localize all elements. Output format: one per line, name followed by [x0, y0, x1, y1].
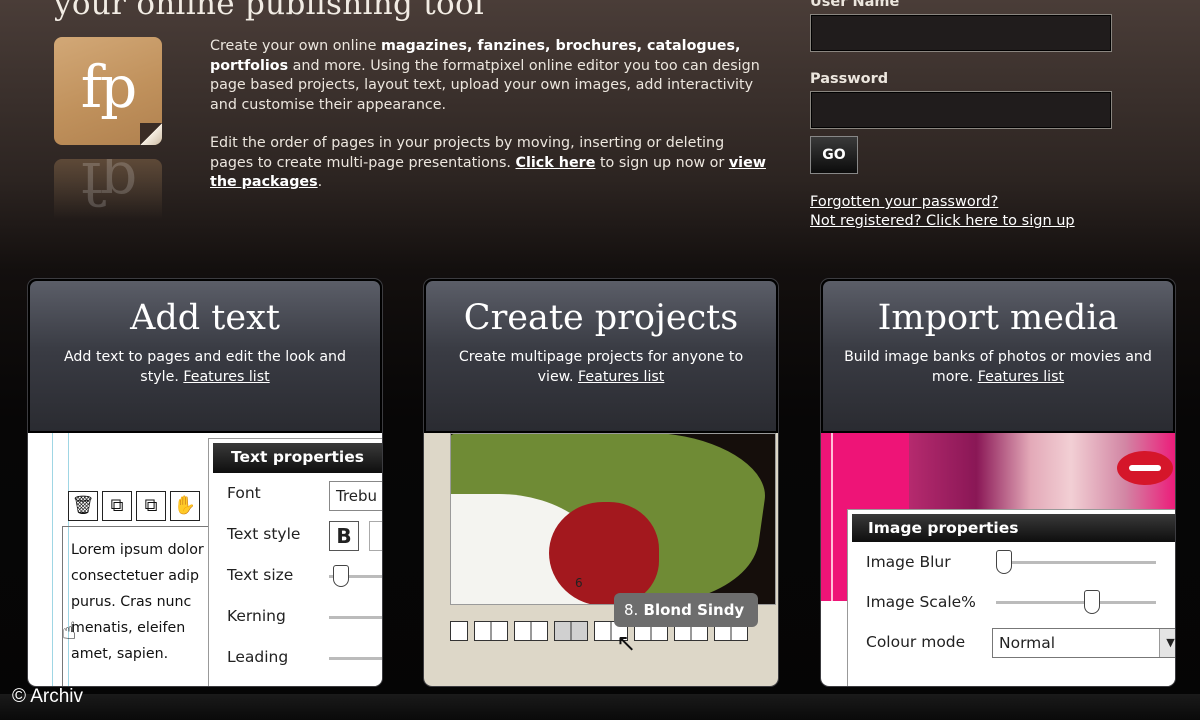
text-toolbar: 🗑 ⧉ ⧉ ✋ — [68, 491, 200, 521]
text-size-row: Text size — [209, 555, 382, 596]
page-tooltip: 8. Blond Sindy — [614, 593, 758, 627]
password-input[interactable] — [810, 91, 1112, 129]
leading-label: Leading — [227, 648, 289, 666]
bring-forward-icon[interactable]: ⧉ — [102, 491, 132, 521]
text-size-slider-knob[interactable] — [333, 565, 349, 587]
panel-header: Add text Add text to pages and edit the … — [30, 281, 380, 431]
panel-header: Create projects Create multipage project… — [426, 281, 776, 431]
panel-description: Add text to pages and edit the look and … — [63, 349, 347, 385]
guide-line — [52, 433, 53, 686]
text-size-label: Text size — [227, 566, 294, 584]
colour-mode-row: Colour mode Normal ▼ — [848, 622, 1175, 662]
page-name: Blond Sindy — [643, 601, 745, 619]
page-curl-icon — [140, 123, 162, 145]
image-scale-slider-knob[interactable] — [1084, 590, 1100, 614]
logo-text: fp — [80, 53, 138, 121]
font-row: Font Trebu — [209, 473, 382, 514]
login-links: Forgotten your password? Not registered?… — [810, 193, 1112, 231]
arrow-cursor-icon: ↖ — [616, 629, 637, 657]
hand-tool-icon[interactable]: ✋ — [170, 491, 200, 521]
image-blur-label: Image Blur — [866, 553, 951, 571]
features-list-link[interactable]: Features list — [978, 369, 1064, 385]
page-thumbnail-selected[interactable] — [554, 621, 588, 641]
page-thumbnail[interactable] — [514, 621, 548, 641]
image-preview — [909, 433, 1175, 513]
kerning-row: Kerning — [209, 596, 382, 637]
password-label: Password — [810, 71, 889, 87]
image-blur-row: Image Blur — [848, 542, 1175, 582]
intro-paragraph-2: Edit the order of pages in your projects… — [210, 135, 766, 190]
username-label: User Name — [810, 0, 900, 10]
panel-add-text: Add text Add text to pages and edit the … — [27, 278, 383, 687]
colour-mode-select[interactable]: Normal ▼ — [992, 628, 1175, 658]
go-button[interactable]: GO — [810, 136, 858, 174]
page-tagline: your online publishing tool — [54, 0, 485, 22]
image-credit: © Archiv — [12, 686, 84, 707]
kerning-label: Kerning — [227, 607, 286, 625]
text-line: consectetuer adip — [71, 568, 199, 584]
login-form: User Name Password GO Forgotten your pas… — [810, 0, 1112, 231]
hand-cursor-icon: ☝ — [62, 617, 77, 645]
text-properties-card: Text properties Font Trebu Text style B … — [208, 438, 382, 686]
bold-button[interactable]: B — [329, 521, 359, 551]
italic-button[interactable] — [369, 521, 382, 551]
card-title: Image properties — [852, 514, 1175, 542]
features-list-link[interactable]: Features list — [183, 369, 269, 385]
trash-icon[interactable]: 🗑 — [68, 491, 98, 521]
image-scale-label: Image Scale% — [866, 593, 976, 611]
leading-track[interactable] — [329, 657, 382, 660]
bottom-bar — [0, 694, 1200, 720]
text-line: Lorem ipsum dolor — [71, 542, 204, 558]
leading-row: Leading — [209, 637, 382, 678]
page-number: 6 — [575, 576, 583, 590]
intro-text: Create your own online magazines, fanzin… — [210, 37, 770, 212]
image-scale-track — [996, 601, 1156, 604]
panel-import-media: Import media Build image banks of photos… — [820, 278, 1176, 687]
card-title: Text properties — [213, 443, 382, 473]
features-list-link[interactable]: Features list — [578, 369, 664, 385]
image-blur-track — [996, 561, 1156, 564]
panel-description: Create multipage projects for anyone to … — [458, 349, 744, 385]
image-properties-card: Image properties Image Blur Image Scale%… — [847, 509, 1175, 686]
text-line: amet, sapien. — [71, 646, 169, 662]
panel-create-projects: Create projects Create multipage project… — [423, 278, 779, 687]
page-preview: 6 — [450, 433, 776, 605]
text-line: purus. Cras nunc — [71, 594, 192, 610]
send-backward-icon[interactable]: ⧉ — [136, 491, 166, 521]
font-label: Font — [227, 484, 261, 502]
text-line: menatis, eleifen — [71, 620, 186, 636]
panel-title: Add text — [130, 298, 280, 338]
kerning-track[interactable] — [329, 616, 382, 619]
page-thumbnail[interactable] — [474, 621, 508, 641]
text-style-label: Text style — [227, 525, 301, 543]
image-scale-row: Image Scale% — [848, 582, 1175, 622]
panel-title: Import media — [877, 298, 1119, 338]
panel-header: Import media Build image banks of photos… — [823, 281, 1173, 431]
media-editor-screenshot: Image properties Image Blur Image Scale%… — [821, 433, 1175, 686]
logo-tile: fp — [54, 37, 162, 145]
colour-mode-value: Normal — [999, 634, 1056, 652]
username-input[interactable] — [810, 14, 1112, 52]
text-style-row: Text style B — [209, 514, 382, 555]
intro-paragraph-1: Create your own online magazines, fanzin… — [210, 38, 760, 113]
forgot-password-link[interactable]: Forgotten your password? — [810, 193, 1112, 212]
page-thumbnail[interactable] — [450, 621, 468, 641]
chevron-down-icon[interactable]: ▼ — [1159, 629, 1175, 657]
logo-reflection-text: fp — [80, 159, 136, 217]
projects-editor-screenshot: 6 8. Blond Sindy ↖ — [424, 433, 778, 686]
logo-reflection: fp — [54, 159, 162, 219]
logo: fp fp — [54, 37, 162, 219]
image-blur-slider-knob[interactable] — [996, 550, 1012, 574]
colour-mode-label: Colour mode — [866, 633, 966, 651]
click-here-link[interactable]: Click here — [516, 155, 596, 171]
font-select[interactable]: Trebu — [329, 481, 382, 511]
text-editor-screenshot: 🗑 ⧉ ⧉ ✋ Lorem ipsum dolor consectetuer a… — [28, 433, 382, 686]
signup-link[interactable]: Not registered? Click here to sign up — [810, 212, 1112, 231]
text-box[interactable]: Lorem ipsum dolor consectetuer adip puru… — [62, 526, 222, 686]
panel-description: Build image banks of photos or movies an… — [844, 349, 1152, 385]
panel-title: Create projects — [463, 298, 739, 338]
